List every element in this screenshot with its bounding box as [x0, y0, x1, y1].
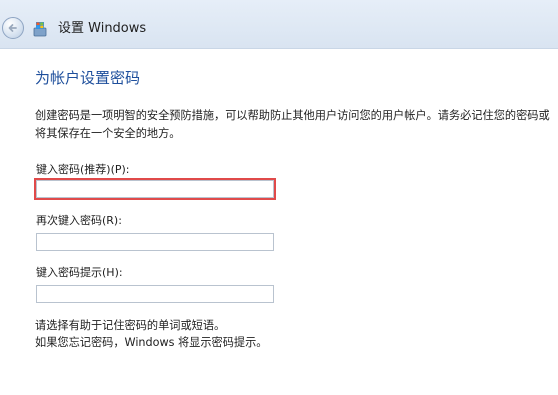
back-arrow-icon	[8, 24, 17, 32]
page-description: 创建密码是一项明智的安全预防措施，可以帮助防止其他用户访问您的用户帐户。请务必记…	[35, 109, 550, 140]
password-label: 键入密码(推荐)(P):	[36, 163, 130, 176]
back-button[interactable]	[2, 17, 24, 39]
window-title: 设置 Windows	[58, 21, 147, 36]
confirm-password-field[interactable]	[36, 233, 274, 251]
password-hint-field[interactable]	[36, 285, 274, 303]
password-field[interactable]	[36, 180, 274, 198]
page-title: 为帐户设置密码	[35, 69, 141, 87]
confirm-password-label: 再次键入密码(R):	[36, 214, 122, 227]
windows-setup-icon	[33, 22, 47, 37]
title-bar: 设置 Windows	[0, 0, 558, 49]
password-hint-label: 键入密码提示(H):	[36, 266, 123, 279]
hint-note-line-1: 请选择有助于记住密码的单词或短语。	[35, 319, 226, 332]
hint-note-line-2: 如果您忘记密码，Windows 将显示密码提示。	[35, 336, 268, 349]
